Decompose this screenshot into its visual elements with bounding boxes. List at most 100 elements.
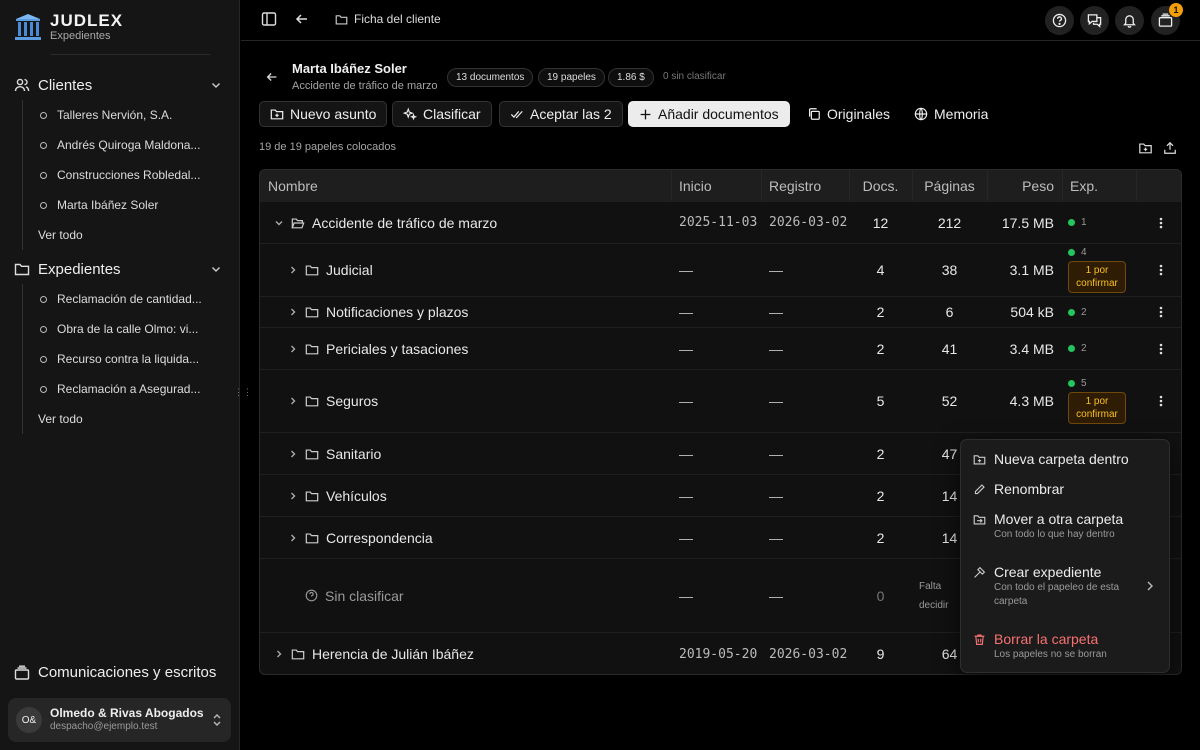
plus-icon xyxy=(639,108,652,121)
folder-name: Periciales y tasaciones xyxy=(326,340,469,357)
chevron-down-icon[interactable] xyxy=(210,263,222,275)
tree-line xyxy=(22,100,23,250)
upload-icon[interactable] xyxy=(1163,141,1177,155)
folder-name-cell[interactable]: Correspondencia xyxy=(288,517,668,558)
folder-name-cell[interactable]: Vehículos xyxy=(288,475,668,516)
chevron-right-icon[interactable] xyxy=(274,649,284,659)
new-matter-button[interactable]: Nuevo asunto xyxy=(259,101,388,127)
exp-cell: 2 xyxy=(1068,297,1134,327)
menu-item-rename[interactable]: Renombrar xyxy=(973,480,1064,498)
folder-name-cell[interactable]: Judicial xyxy=(288,244,668,296)
inbox-stack-icon xyxy=(14,665,30,681)
menu-item-move[interactable]: Mover a otra carpeta Con todo lo que hay … xyxy=(973,510,1154,542)
help-button[interactable] xyxy=(1045,6,1074,35)
tree-line xyxy=(22,284,23,434)
table-row[interactable]: Periciales y tasaciones — — 2 41 3.4 MB 2 xyxy=(260,327,1181,369)
column-header-docs[interactable]: Docs. xyxy=(849,170,912,201)
help-circle-icon xyxy=(305,589,318,602)
accept-all-button[interactable]: Aceptar las 2 xyxy=(499,101,623,127)
column-header-name[interactable]: Nombre xyxy=(260,170,671,201)
folder-name-cell[interactable]: Herencia de Julián Ibáñez xyxy=(274,633,654,674)
more-vertical-icon[interactable] xyxy=(1159,297,1163,327)
sidebar: JUDLEX Expedientes Clientes Talleres Ner… xyxy=(0,0,240,750)
start-date-cell: — xyxy=(679,340,693,357)
add-documents-button[interactable]: Añadir documentos xyxy=(628,101,790,127)
chevron-right-icon[interactable] xyxy=(288,265,298,275)
sidebar-toggle-icon[interactable] xyxy=(261,11,277,27)
chevron-right-icon[interactable] xyxy=(288,307,298,317)
bullet-icon xyxy=(40,325,47,333)
back-arrow-icon[interactable] xyxy=(294,11,310,27)
column-header-start[interactable]: Inicio xyxy=(671,170,761,201)
sidebar-item-client[interactable]: Construcciones Robledal... xyxy=(40,164,200,186)
sidebar-item-file[interactable]: Reclamación a Asegurad... xyxy=(40,378,200,400)
exp-status: 1 xyxy=(1068,217,1087,228)
bell-icon xyxy=(1122,13,1137,28)
column-header-pages[interactable]: Páginas xyxy=(912,170,987,201)
chevron-right-icon[interactable] xyxy=(288,449,298,459)
sidebar-item-file[interactable]: Recurso contra la liquida... xyxy=(40,348,199,370)
sidebar-item-client[interactable]: Andrés Quiroga Maldona... xyxy=(40,134,200,156)
memory-button[interactable]: Memoria xyxy=(903,101,999,127)
chevron-right-icon[interactable] xyxy=(288,491,298,501)
table-row[interactable]: Seguros — — 5 52 4.3 MB 5 1 por confirmar xyxy=(260,369,1181,432)
column-header-size[interactable]: Peso xyxy=(987,170,1062,201)
docs-count-cell: 4 xyxy=(876,262,885,278)
notifications-button[interactable] xyxy=(1115,6,1144,35)
bullet-icon xyxy=(40,295,47,303)
files-see-all-link[interactable]: Ver todo xyxy=(38,412,83,426)
clients-see-all-link[interactable]: Ver todo xyxy=(38,228,83,242)
messages-button[interactable] xyxy=(1080,6,1109,35)
folder-name-cell[interactable]: Sanitario xyxy=(288,433,668,474)
placement-status: 19 de 19 papeles colocados xyxy=(259,141,396,153)
files-section-header[interactable]: Expedientes xyxy=(14,256,228,282)
communications-label: Comunicaciones y escritos xyxy=(38,664,217,681)
new-folder-icon[interactable] xyxy=(1138,141,1153,155)
brand[interactable]: JUDLEX Expedientes xyxy=(14,12,123,43)
folder-name-cell[interactable]: Periciales y tasaciones xyxy=(288,328,668,369)
more-vertical-icon[interactable] xyxy=(1159,244,1163,296)
column-header-exp[interactable]: Exp. xyxy=(1062,170,1136,201)
chevron-down-icon[interactable] xyxy=(210,79,222,91)
pages-cell: 41 xyxy=(941,340,958,357)
folder-name-cell[interactable]: Notificaciones y plazos xyxy=(288,297,668,327)
more-vertical-icon[interactable] xyxy=(1159,202,1163,243)
originals-button[interactable]: Originales xyxy=(796,101,901,127)
resize-handle-icon[interactable]: ⋮⋮ xyxy=(234,388,252,397)
sidebar-item-client[interactable]: Marta Ibáñez Soler xyxy=(40,194,158,216)
start-date-cell: 2025-11-03 xyxy=(679,215,758,230)
account-switcher[interactable]: O& Olmedo & Rivas Abogados despacho@ejem… xyxy=(8,698,231,742)
sidebar-item-file[interactable]: Obra de la calle Olmo: vi... xyxy=(40,318,198,340)
size-cell: 3.4 MB xyxy=(1009,340,1054,357)
communications-link[interactable]: Comunicaciones y escritos xyxy=(14,664,216,681)
sidebar-item-file[interactable]: Reclamación de cantidad... xyxy=(40,288,202,310)
chevron-right-icon[interactable] xyxy=(288,344,298,354)
table-row[interactable]: Accidente de tráfico de marzo 2025-11-03 2… xyxy=(260,201,1181,243)
table-row[interactable]: Judicial — — 4 38 3.1 MB 4 1 por confirmar xyxy=(260,243,1181,296)
more-vertical-icon[interactable] xyxy=(1159,370,1163,432)
menu-item-delete[interactable]: Borrar la carpeta Los papeles no se borra… xyxy=(973,630,1154,662)
table-row[interactable]: Notificaciones y plazos — — 2 6 504 kB 2 xyxy=(260,296,1181,327)
folder-name-cell[interactable]: Seguros xyxy=(288,370,668,432)
clients-section-header[interactable]: Clientes xyxy=(14,72,228,98)
sidebar-item-client[interactable]: Talleres Nervión, S.A. xyxy=(40,104,172,126)
registry-date-cell: 2026-03-02 xyxy=(769,646,848,662)
back-arrow-icon[interactable] xyxy=(265,70,279,84)
breadcrumb-label: Ficha del cliente xyxy=(354,12,441,26)
classify-button[interactable]: Clasificar xyxy=(392,101,492,127)
inbox-button[interactable]: 1 xyxy=(1151,3,1183,35)
pending-badge[interactable]: 1 por confirmar xyxy=(1068,392,1126,424)
folder-name-cell[interactable]: Sin clasificar xyxy=(288,559,668,632)
docs-count-cell: 2 xyxy=(876,445,885,462)
breadcrumb[interactable]: Ficha del cliente xyxy=(335,12,441,26)
more-vertical-icon[interactable] xyxy=(1159,328,1163,369)
bullet-icon xyxy=(40,201,47,209)
chevron-down-icon[interactable] xyxy=(274,218,284,228)
chevron-right-icon[interactable] xyxy=(288,533,298,543)
menu-item-new-folder[interactable]: Nueva carpeta dentro xyxy=(973,450,1129,468)
chevron-right-icon[interactable] xyxy=(288,396,298,406)
menu-item-create-file[interactable]: Crear expediente Con todo el papeleo de e… xyxy=(973,563,1154,609)
column-header-registry[interactable]: Registro xyxy=(761,170,849,201)
folder-name-cell[interactable]: Accidente de tráfico de marzo xyxy=(274,202,654,243)
pending-badge[interactable]: 1 por confirmar xyxy=(1068,261,1126,293)
